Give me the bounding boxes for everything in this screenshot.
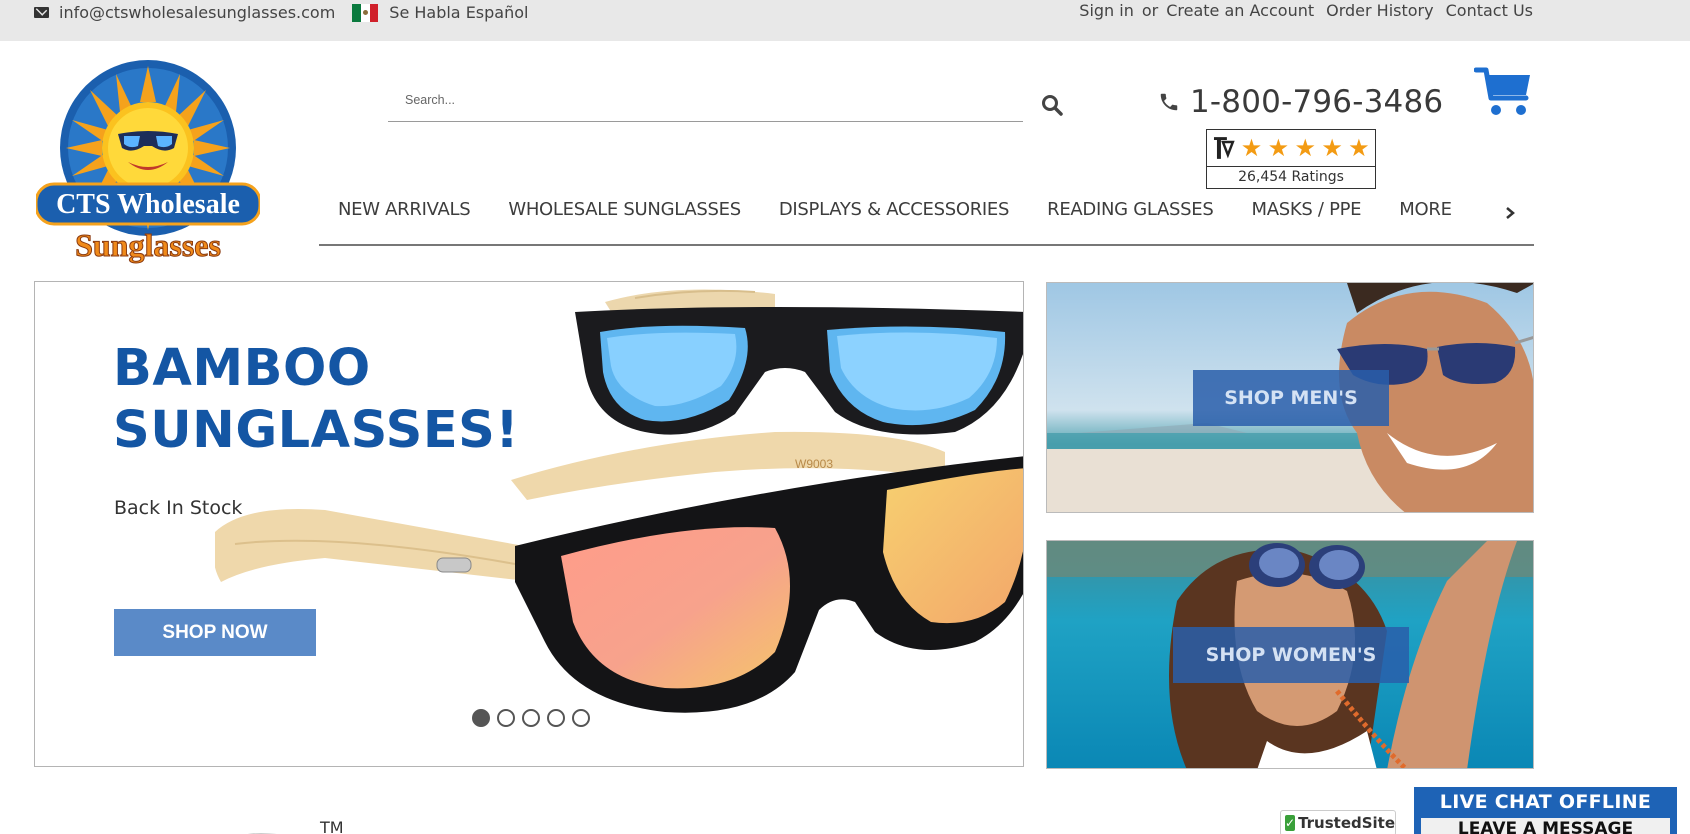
star-icon: ★ [1240,134,1263,162]
shop-now-button[interactable]: SHOP NOW [114,609,316,656]
shop-mens-button[interactable]: SHOP MEN'S [1193,370,1389,426]
contact-email-link[interactable]: info@ctswholesalesunglasses.com [59,3,335,22]
shop-womens-button[interactable]: SHOP WOMEN'S [1173,627,1409,683]
site-logo[interactable]: CTS Wholesale Sunglasses [34,60,262,266]
nav-new-arrivals[interactable]: NEW ARRIVALS [338,199,471,220]
order-history-link[interactable]: Order History [1326,1,1433,20]
phone-number-text: 1-800-796-3486 [1190,84,1444,120]
sign-in-link[interactable]: Sign in [1079,1,1134,20]
hero-slider: W9003 BAMBOO SUNGLASSES! Back In Stock S… [34,281,1024,767]
nav-masks-ppe[interactable]: MASKS / PPE [1251,199,1361,220]
svg-text:CTS Wholesale: CTS Wholesale [56,189,240,220]
trademark-symbol: TM [320,818,344,834]
slide-dot-4[interactable] [547,709,565,727]
svg-text:W9003: W9003 [795,457,833,471]
or-separator: or [1141,1,1159,20]
spanish-spoken-label: Se Habla Español [389,3,529,22]
hero-title: BAMBOO SUNGLASSES! [113,338,519,462]
main-navigation: NEW ARRIVALS WHOLESALE SUNGLASSES DISPLA… [319,199,1534,246]
ratings-count: 26,454 Ratings [1238,169,1344,185]
hero-title-line1: BAMBOO [113,339,371,398]
reviews-logo-icon [1213,137,1235,159]
search-icon [1042,95,1063,116]
leave-message-button[interactable]: LEAVE A MESSAGE [1421,818,1670,834]
hero-subtitle: Back In Stock [114,497,243,519]
star-icon: ★ [1348,134,1370,162]
shop-womens-tile[interactable]: SHOP WOMEN'S [1046,540,1534,769]
slide-dot-1[interactable] [472,709,490,727]
star-icon: ★ [1294,134,1316,162]
live-chat-status: LIVE CHAT OFFLINE [1439,791,1652,813]
slider-pagination [472,709,590,727]
search-button[interactable] [1040,93,1064,117]
ratings-badge[interactable]: ★ ★ ★ ★ ★ 26,454 Ratings [1206,129,1376,189]
svg-text:Sunglasses: Sunglasses [75,227,221,263]
top-utility-bar: info@ctswholesalesunglasses.com Se Habla… [0,0,1690,41]
mexico-flag-icon [352,3,379,22]
nav-wholesale-sunglasses[interactable]: WHOLESALE SUNGLASSES [508,199,741,220]
mail-icon [34,7,49,18]
phone-number[interactable]: 1-800-796-3486 [1158,84,1443,120]
trustedsite-badge[interactable]: ✓ TrustedSite [1280,810,1396,834]
slide-dot-3[interactable] [522,709,540,727]
search-input[interactable] [388,80,1023,120]
slide-dot-2[interactable] [497,709,515,727]
cart-button[interactable] [1473,66,1534,118]
contact-us-link[interactable]: Contact Us [1446,1,1533,20]
star-icon: ★ [1267,134,1290,162]
brand-logo-fragment [248,833,277,834]
ratings-stars: ★ ★ ★ ★ ★ [1207,130,1375,167]
live-chat-widget[interactable]: LIVE CHAT OFFLINE LEAVE A MESSAGE [1414,787,1677,834]
account-links: Sign in or Create an Account Order Histo… [1079,1,1533,20]
nav-displays-accessories[interactable]: DISPLAYS & ACCESSORIES [779,199,1010,220]
star-icon: ★ [1321,134,1343,162]
slide-dot-5[interactable] [572,709,590,727]
topbar-left: info@ctswholesalesunglasses.com Se Habla… [34,3,528,22]
nav-more[interactable]: MORE [1399,199,1452,220]
shopping-cart-icon [1473,67,1530,115]
trustedsite-label: TrustedSite [1298,814,1396,832]
search-box [388,80,1023,122]
phone-icon [1160,93,1178,111]
chevron-right-icon[interactable] [1504,206,1516,220]
nav-reading-glasses[interactable]: READING GLASSES [1047,199,1214,220]
logo-sun-icon: CTS Wholesale Sunglasses [34,60,262,264]
create-account-link[interactable]: Create an Account [1166,1,1314,20]
shop-mens-tile[interactable]: SHOP MEN'S [1046,282,1534,513]
hero-title-line2: SUNGLASSES! [113,401,520,460]
checkmark-icon: ✓ [1285,815,1296,831]
